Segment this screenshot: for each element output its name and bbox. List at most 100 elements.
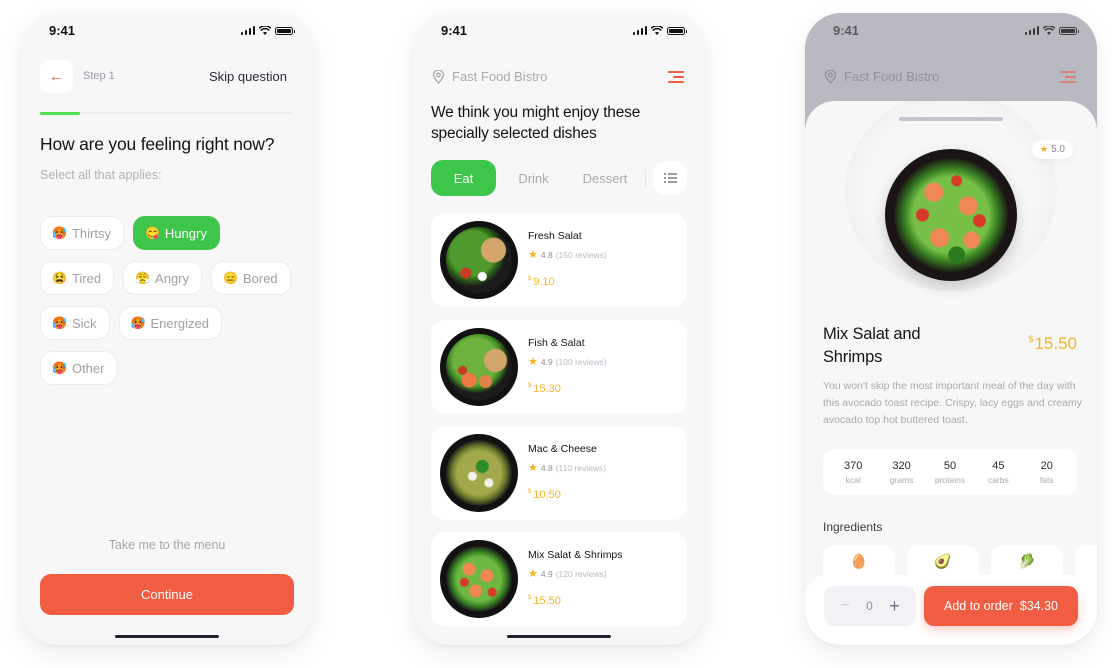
location-name: Fast Food Bistro [844, 69, 940, 84]
dish-image [440, 328, 518, 406]
rating-value: 4.9 [540, 568, 553, 579]
star-icon: ★ [1040, 144, 1049, 154]
status-bar: 9:41 [805, 13, 1097, 49]
star-icon: ★ [528, 249, 538, 261]
currency: $ [528, 276, 532, 283]
status-bar: 9:41 [21, 13, 313, 49]
mood-chip[interactable]: 😑 Bored [211, 261, 291, 295]
menu-icon [1060, 71, 1076, 83]
nutrition-value: 370 [844, 459, 863, 472]
mood-chip[interactable]: 🥵 Other [40, 351, 118, 385]
list-view-button[interactable] [653, 161, 687, 195]
currency: $ [528, 489, 532, 496]
continue-button[interactable]: Continue [40, 574, 294, 615]
location-pin-icon [824, 69, 837, 84]
phone-dish-detail-screen: 9:41 Fast Food Bistro ★ 5.0 Mix Salat and… [805, 13, 1097, 645]
add-to-order-button[interactable]: Add to order $34.30 [924, 586, 1078, 626]
sheet-grabber[interactable] [899, 117, 1003, 121]
mood-chip-label: Hungry [164, 225, 207, 241]
mood-chip[interactable]: 😋 Hungry [132, 216, 220, 250]
mood-chip-label: Bored [242, 270, 278, 286]
currency: $ [1028, 334, 1034, 344]
nutrition-item: 320 grams [878, 460, 926, 485]
quantity-value: 0 [866, 599, 873, 613]
face-bored-icon: 😑 [223, 271, 238, 285]
category-tabs: Eat Drink Dessert [431, 160, 687, 196]
dish-card[interactable]: Fish & Salat ★ 4.9 (100 reviews) $15.30 [431, 320, 687, 414]
battery-icon [275, 26, 295, 35]
dish-price: $9.10 [528, 276, 555, 288]
dish-rating: ★ 4.9 (120 reviews) [528, 567, 607, 580]
mood-chip-label: Other [71, 360, 105, 376]
rating-value: 5.0 [1051, 144, 1065, 155]
face-yum-icon: 😋 [144, 226, 160, 240]
skip-question-link[interactable]: Skip question [209, 69, 287, 84]
currency: $ [528, 383, 532, 390]
mood-chip[interactable]: 🥵 Thirtsy [40, 216, 124, 250]
mood-chip[interactable]: 🥵 Energized [118, 306, 223, 340]
dish-card[interactable]: Fresh Salat ★ 4.8 (150 reviews) $9.10 [431, 213, 687, 307]
location-name: Fast Food Bistro [452, 69, 548, 84]
minus-button[interactable]: − [840, 597, 849, 615]
plus-button[interactable]: + [889, 596, 900, 617]
battery-icon [667, 26, 687, 35]
dish-price: $10.50 [528, 489, 561, 501]
rating-value: 4.9 [540, 356, 553, 367]
dish-name: Mac & Cheese [528, 443, 597, 455]
dish-card[interactable]: Mix Salat & Shrimps ★ 4.9 (120 reviews) $1… [431, 532, 687, 626]
tab-divider [645, 169, 646, 187]
price-value: 9.10 [533, 276, 555, 288]
add-to-order-label: Add to order [943, 599, 1013, 613]
dish-image [440, 540, 518, 618]
list-icon [663, 173, 677, 183]
nutrition-item: 50 proteins [926, 460, 974, 485]
mood-chip[interactable]: 🥵 Sick [40, 306, 110, 340]
mood-chip-label: Thirtsy [71, 225, 111, 241]
review-count: (100 reviews) [555, 356, 607, 367]
home-indicator [115, 634, 219, 638]
phone-menu-screen: 9:41 Fast Food Bistro We think you might… [413, 13, 705, 645]
phone-mood-screen: 9:41 ← Step 1 Skip question How are you … [21, 13, 313, 645]
menu-icon[interactable] [668, 71, 684, 83]
wifi-icon [1043, 26, 1055, 35]
dish-name: Fish & Salat [528, 337, 585, 349]
nutrition-label: grams [889, 474, 914, 485]
mood-chip-label: Energized [150, 315, 210, 331]
wifi-icon [259, 26, 271, 35]
face-hot-icon: 🥵 [130, 316, 146, 330]
menu-link[interactable]: Take me to the menu [21, 538, 313, 552]
mood-chip-label: Tired [71, 270, 102, 286]
back-button[interactable]: ← [40, 60, 73, 93]
dish-rating: ★ 4.8 (150 reviews) [528, 248, 607, 261]
signal-icon [632, 26, 647, 35]
currency: $ [528, 595, 532, 602]
mood-chip[interactable]: 😤 Angry [123, 261, 203, 295]
dish-image [440, 434, 518, 512]
dish-name: Fresh Salat [528, 230, 582, 242]
order-bar: − 0 + Add to order $34.30 [805, 575, 1097, 645]
mood-chip-label: Angry [155, 270, 190, 286]
dish-description: You won't skip the most important meal o… [823, 380, 1082, 426]
nutrition-item: 20 fats [1023, 460, 1071, 485]
tab-dessert[interactable]: Dessert [571, 160, 639, 196]
question-title: How are you feeling right now? [40, 134, 275, 154]
mood-chip-label: Sick [71, 315, 97, 331]
rating-value: 4.8 [540, 249, 553, 260]
location-selector[interactable]: Fast Food Bistro [432, 69, 547, 84]
price-value: 15.50 [1034, 334, 1077, 353]
face-hot-icon: 🥵 [52, 226, 67, 240]
dish-card[interactable]: Mac & Cheese ★ 4.8 (110 reviews) $10.50 [431, 426, 687, 520]
progress-fill [40, 111, 81, 115]
location-pin-icon [432, 69, 445, 84]
status-time: 9:41 [49, 23, 76, 38]
signal-icon [1024, 26, 1039, 35]
battery-icon [1059, 26, 1079, 35]
nutrition-label: carbs [987, 474, 1009, 485]
nutrition-value: 45 [992, 459, 1005, 472]
mood-chip[interactable]: 😫 Tired [40, 261, 115, 295]
tab-eat[interactable]: Eat [431, 160, 496, 196]
dish-rating: ★ 4.8 (110 reviews) [528, 461, 606, 474]
dish-detail-sheet: ★ 5.0 Mix Salat and Shrimps $15.50 You wo… [805, 101, 1097, 645]
nutrition-item: 370 kcal [829, 460, 877, 485]
tab-drink[interactable]: Drink [496, 160, 571, 196]
